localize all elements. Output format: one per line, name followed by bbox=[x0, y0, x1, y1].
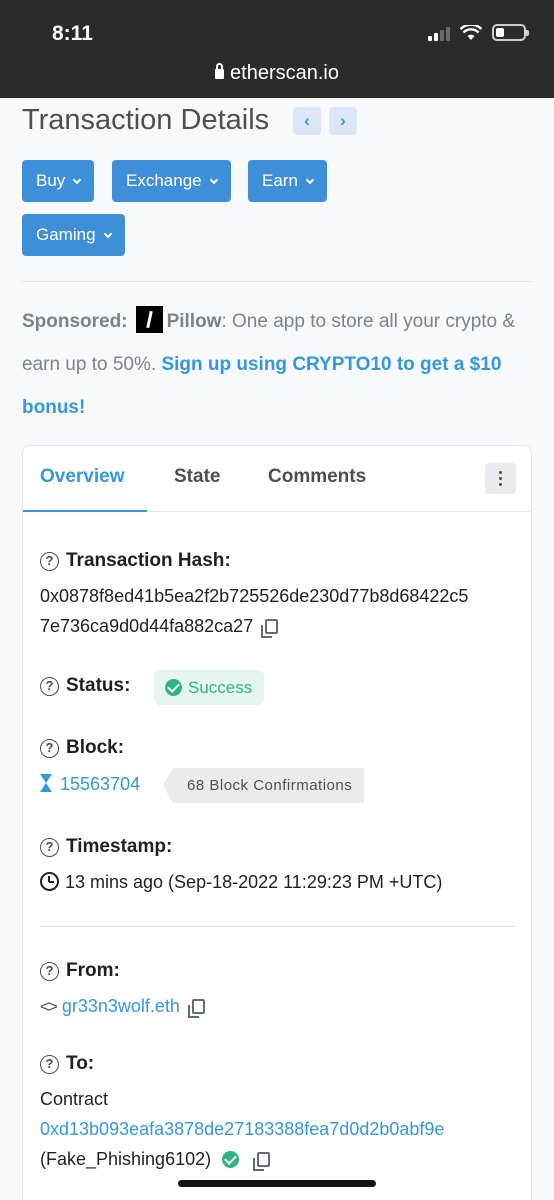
block-number-link[interactable]: 15563704 bbox=[60, 774, 140, 794]
tab-overview[interactable]: Overview bbox=[40, 466, 125, 488]
copy-icon[interactable] bbox=[187, 999, 205, 1018]
to-name: (Fake_Phishing6102) bbox=[40, 1149, 271, 1171]
divider bbox=[22, 281, 532, 282]
block-label: ? Block: bbox=[40, 737, 124, 759]
to-label-text: To: bbox=[66, 1053, 95, 1074]
help-icon[interactable]: ? bbox=[40, 677, 59, 696]
earn-menu-label: Earn bbox=[262, 171, 298, 190]
status-value: Success bbox=[188, 678, 253, 697]
tab-comments[interactable]: Comments bbox=[268, 466, 366, 488]
verified-check-icon bbox=[222, 1151, 240, 1168]
from-value: <> gr33n3wolf.eth bbox=[40, 996, 205, 1018]
wifi-icon bbox=[460, 24, 482, 40]
timestamp-label-text: Timestamp: bbox=[66, 836, 173, 857]
previous-transaction-button[interactable]: ‹ bbox=[293, 107, 321, 135]
battery-level bbox=[496, 28, 504, 37]
from-address-link[interactable]: gr33n3wolf.eth bbox=[62, 996, 180, 1016]
clock-icon bbox=[40, 872, 59, 891]
from-label-text: From: bbox=[66, 960, 120, 981]
status-badge: Success bbox=[154, 670, 264, 705]
cellular-signal-icon bbox=[428, 25, 450, 41]
tab-state[interactable]: State bbox=[174, 466, 220, 488]
help-icon[interactable]: ? bbox=[40, 552, 59, 571]
page-title: Transaction Details bbox=[22, 104, 270, 136]
lock-icon bbox=[215, 63, 225, 79]
to-name-text: (Fake_Phishing6102) bbox=[40, 1149, 212, 1169]
transaction-hash-line-1: 0x0878f8ed41b5ea2f2b725526de230d77b8d684… bbox=[40, 586, 469, 606]
to-label: ? To: bbox=[40, 1053, 94, 1075]
transaction-hash-label: ? Transaction Hash: bbox=[40, 550, 231, 572]
browser-top-bar: 8:11 etherscan.io bbox=[0, 0, 554, 98]
block-value: 15563704 bbox=[40, 774, 140, 795]
chevron-down-icon bbox=[73, 175, 82, 185]
help-icon[interactable]: ? bbox=[40, 962, 59, 981]
status-label: ? Status: bbox=[40, 675, 130, 697]
chevron-down-icon bbox=[305, 175, 315, 185]
help-icon[interactable]: ? bbox=[40, 739, 59, 758]
to-address-link[interactable]: 0xd13b093eafa3878de27183388fea7d0d2b0abf… bbox=[40, 1119, 444, 1140]
home-indicator bbox=[178, 1180, 376, 1187]
battery-icon bbox=[492, 24, 529, 41]
timestamp-label: ? Timestamp: bbox=[40, 836, 172, 858]
copy-icon[interactable] bbox=[261, 619, 279, 638]
to-type: Contract bbox=[40, 1089, 109, 1109]
code-icon: <> bbox=[40, 997, 58, 1016]
next-transaction-button[interactable]: › bbox=[329, 107, 357, 135]
chevron-down-icon bbox=[209, 175, 218, 185]
gaming-menu-button[interactable]: Gaming bbox=[22, 214, 125, 256]
exchange-menu-button[interactable]: Exchange bbox=[112, 160, 231, 202]
gaming-menu-label: Gaming bbox=[36, 225, 96, 244]
buy-menu-label: Buy bbox=[36, 171, 66, 190]
transaction-card: Overview State Comments ? Transaction Has… bbox=[22, 445, 532, 1200]
transaction-hash-line-2: 7e736ca9d0d44fa882ca27 bbox=[40, 616, 279, 638]
transaction-hash-line-2-text: 7e736ca9d0d44fa882ca27 bbox=[40, 616, 254, 636]
status-icons bbox=[428, 24, 529, 41]
exchange-menu-label: Exchange bbox=[126, 171, 202, 190]
help-icon[interactable]: ? bbox=[40, 838, 59, 857]
status-time: 8:11 bbox=[52, 22, 93, 45]
from-label: ? From: bbox=[40, 960, 120, 982]
active-tab-indicator bbox=[23, 510, 147, 512]
timestamp-text: 13 mins ago (Sep-18-2022 11:29:23 PM +UT… bbox=[65, 872, 443, 892]
chevron-down-icon bbox=[103, 229, 112, 239]
earn-menu-button[interactable]: Earn bbox=[248, 160, 327, 202]
tab-bar: Overview State Comments bbox=[23, 446, 531, 512]
sponsored-label: Sponsored: bbox=[22, 311, 128, 332]
timestamp-value: 13 mins ago (Sep-18-2022 11:29:23 PM +UT… bbox=[40, 872, 442, 893]
url-text: etherscan.io bbox=[230, 62, 339, 84]
check-circle-icon bbox=[165, 679, 182, 696]
sponsored-banner: Sponsored: Pillow: One app to store all y… bbox=[22, 300, 534, 429]
url-bar[interactable]: etherscan.io bbox=[0, 62, 554, 85]
divider bbox=[40, 926, 516, 927]
block-label-text: Block: bbox=[66, 737, 125, 758]
help-icon[interactable]: ? bbox=[40, 1055, 59, 1074]
pillow-logo-icon bbox=[135, 306, 163, 333]
sponsor-brand: Pillow bbox=[166, 311, 222, 332]
copy-icon[interactable] bbox=[253, 1152, 271, 1171]
status-label-text: Status: bbox=[66, 675, 131, 696]
more-options-button[interactable] bbox=[485, 463, 516, 494]
hourglass-icon bbox=[40, 774, 52, 792]
transaction-hash-label-text: Transaction Hash: bbox=[66, 550, 231, 571]
block-confirmations-badge: 68 Block Confirmations bbox=[163, 768, 365, 803]
buy-menu-button[interactable]: Buy bbox=[22, 160, 95, 202]
